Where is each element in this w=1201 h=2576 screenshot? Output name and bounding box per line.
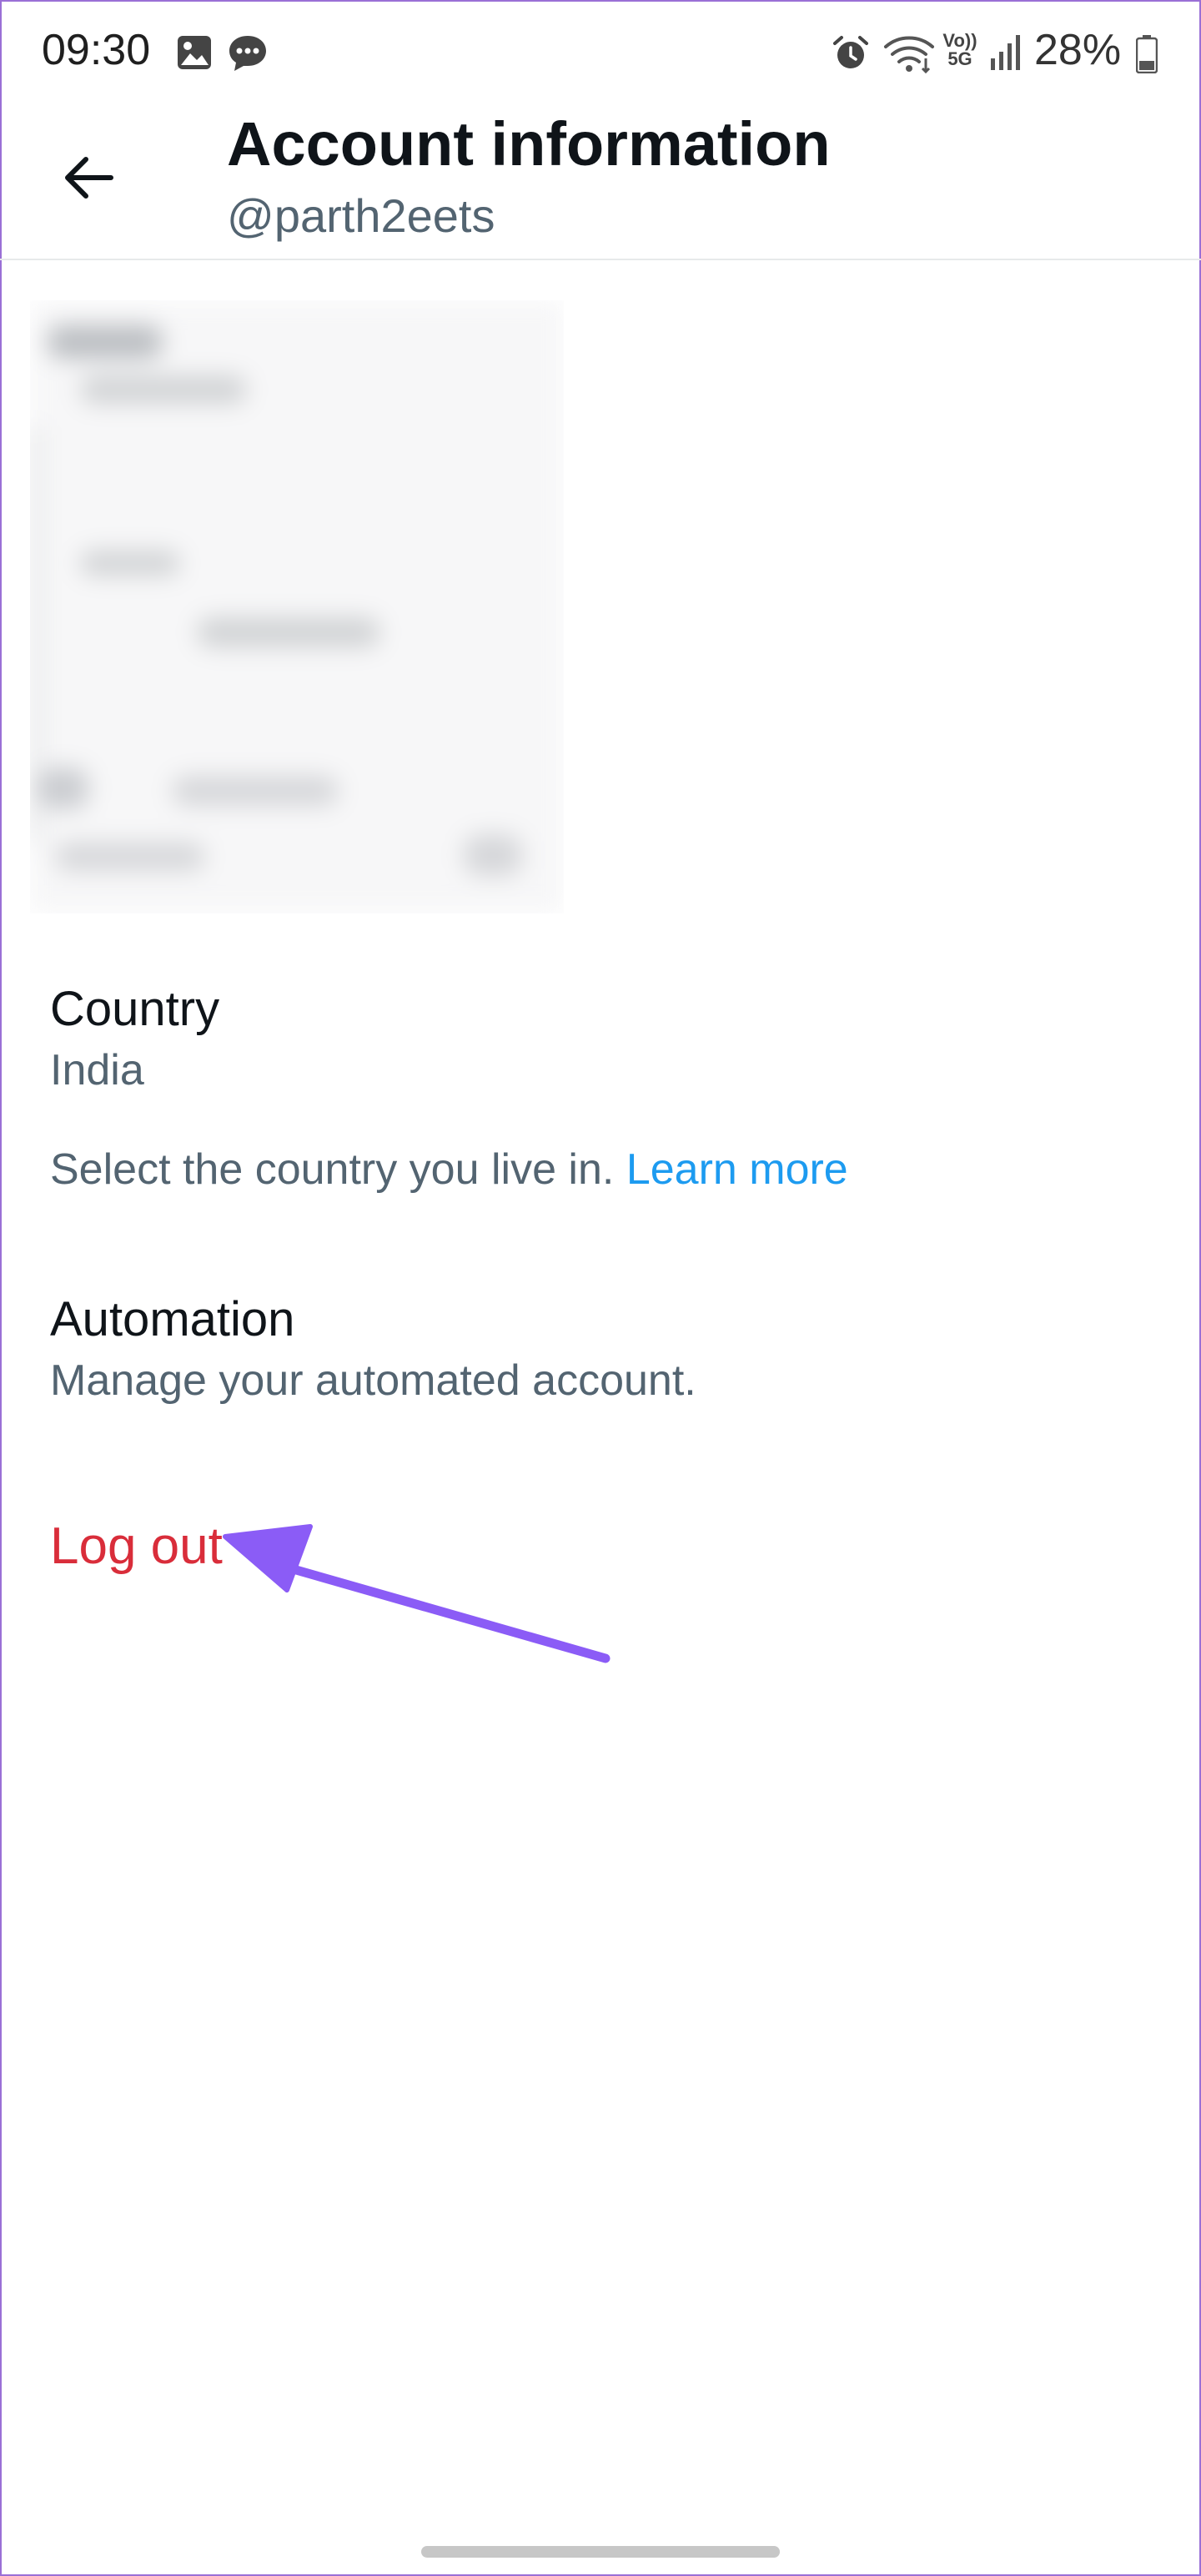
chat-icon [227,33,269,78]
battery-percent: 28% [1034,26,1122,74]
country-value: India [50,1046,144,1094]
home-indicator[interactable] [421,2546,780,2558]
alarm-icon [831,33,871,78]
page-title: Account information [227,109,831,179]
redacted-account-details [30,300,564,913]
back-button[interactable] [50,142,125,217]
logout-button[interactable]: Log out [50,1517,223,1576]
automation-setting[interactable]: Automation Manage your automated account… [50,1291,696,1406]
status-time: 09:30 [42,26,151,74]
wifi-icon [882,33,936,79]
back-arrow-icon [61,154,114,205]
automation-title: Automation [50,1292,295,1346]
account-handle: @parth2eets [227,189,495,242]
country-title: Country [50,982,220,1036]
learn-more-link[interactable]: Learn more [626,1145,848,1194]
signal-icon [989,33,1024,76]
country-help-label: Select the country you live in. [50,1145,615,1194]
battery-icon [1135,35,1158,78]
country-help-text: Select the country you live in. Learn mo… [50,1145,848,1195]
volte-5g-icon: Vo)) 5G [942,30,977,69]
automation-description: Manage your automated account. [50,1356,696,1405]
gallery-icon [175,33,214,76]
status-bar: 09:30 Vo)) 5G 28% [0,0,1201,108]
country-setting[interactable]: Country India [50,981,219,1095]
app-header: Account information @parth2eets [0,108,1201,260]
